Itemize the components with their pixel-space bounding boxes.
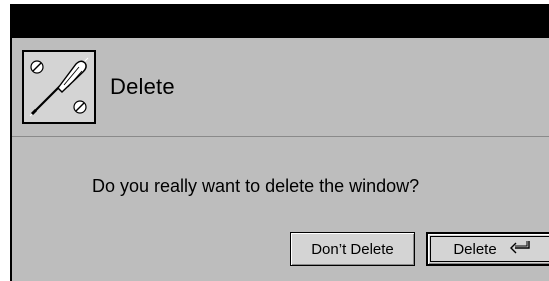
window-titlebar[interactable] bbox=[12, 4, 549, 38]
header-divider bbox=[12, 136, 549, 137]
dialog-title: Delete bbox=[110, 74, 175, 99]
delete-dialog: Delete Do you really want to delete the … bbox=[10, 4, 549, 281]
screen: Delete Do you really want to delete the … bbox=[0, 0, 549, 281]
delete-button[interactable]: Delete bbox=[426, 232, 549, 266]
screwdriver-tool-icon bbox=[22, 50, 96, 124]
dont-delete-label: Don’t Delete bbox=[311, 240, 394, 258]
dialog-header: Delete bbox=[12, 40, 549, 137]
return-key-icon bbox=[509, 240, 531, 258]
delete-label: Delete bbox=[453, 240, 497, 258]
dialog-message: Do you really want to delete the window? bbox=[92, 176, 420, 196]
dont-delete-button[interactable]: Don’t Delete bbox=[290, 232, 415, 266]
